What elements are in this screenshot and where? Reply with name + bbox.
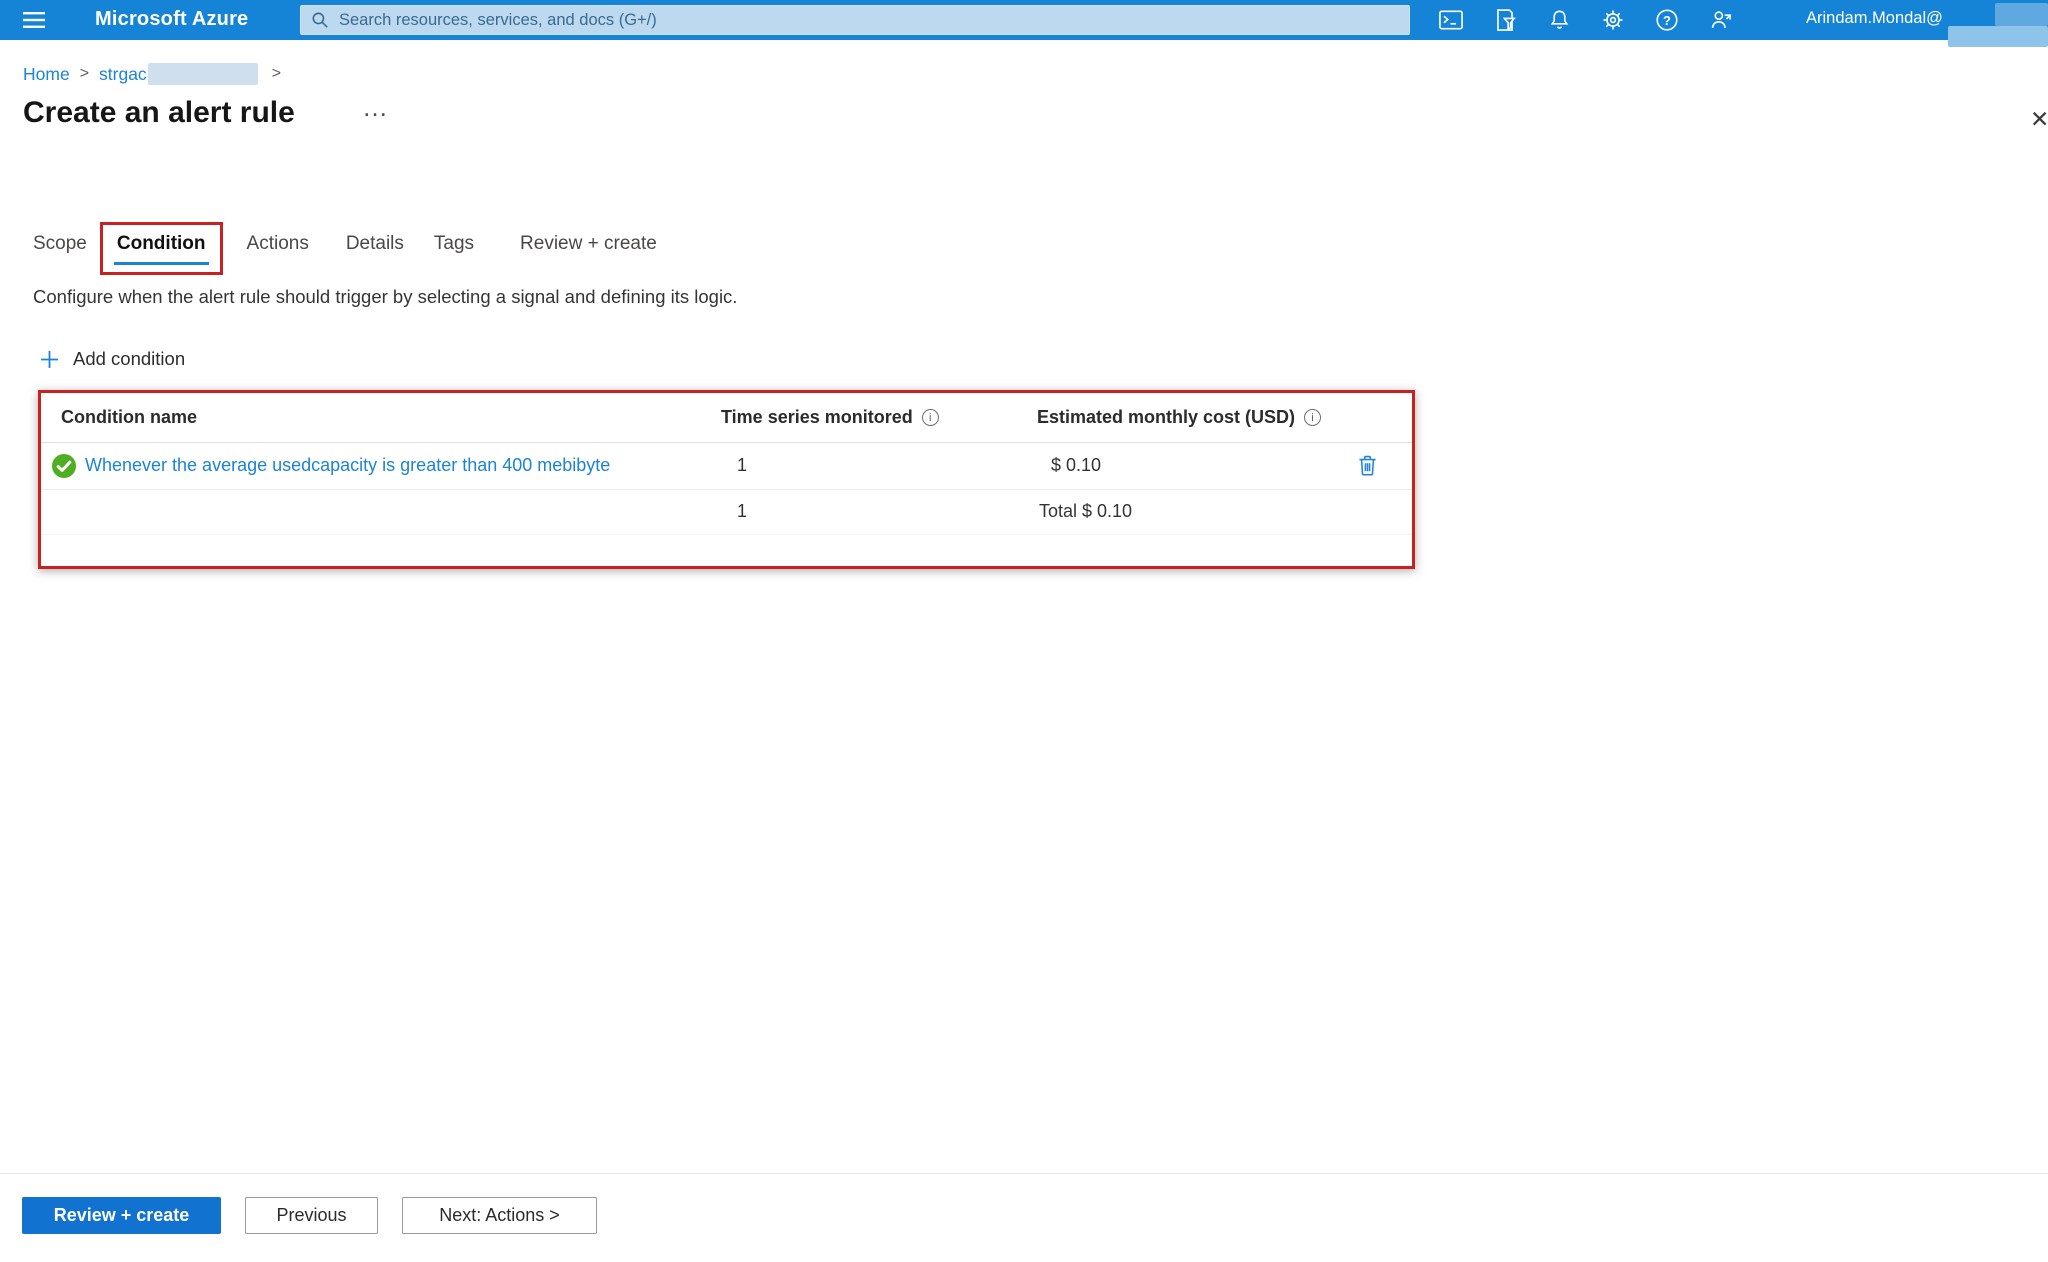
directory-filter-icon[interactable]: [1492, 7, 1518, 33]
table-total-row: 1 Total $ 0.10: [41, 490, 1412, 535]
topbar-icon-group: ?: [1438, 0, 1734, 40]
close-icon[interactable]: ✕: [2030, 106, 2048, 133]
active-tab-underline: [113, 262, 209, 265]
footer-divider: [0, 1173, 2048, 1174]
chevron-right-icon: >: [271, 65, 282, 82]
add-condition-label: Add condition: [73, 348, 186, 369]
more-options-icon[interactable]: …: [362, 92, 390, 123]
cloud-shell-icon[interactable]: [1438, 7, 1464, 33]
column-header-cost: Estimated monthly cost (USD) i: [1037, 407, 1322, 428]
delete-trash-icon[interactable]: [1355, 453, 1380, 483]
search-icon: [312, 12, 328, 28]
table-row: Whenever the average usedcapacity is gre…: [41, 443, 1412, 490]
tab-scope[interactable]: Scope: [33, 222, 87, 255]
breadcrumb-home-link[interactable]: Home: [23, 64, 70, 85]
notifications-bell-icon[interactable]: [1546, 7, 1572, 33]
conditions-table: Condition name Time series monitored i E…: [38, 390, 1415, 569]
help-icon[interactable]: ?: [1654, 7, 1680, 33]
plus-icon: [41, 350, 58, 368]
tab-condition[interactable]: Condition: [117, 233, 206, 255]
redaction-blur: [1948, 26, 2048, 47]
cell-cost: $ 0.10: [1051, 455, 1102, 475]
azure-brand-title[interactable]: Microsoft Azure: [95, 8, 248, 31]
wizard-tabs: Scope Condition Actions Details Tags Rev…: [33, 222, 657, 275]
success-check-icon: [51, 453, 77, 484]
total-time-series: 1: [737, 501, 748, 521]
total-cost: Total $ 0.10: [1039, 501, 1133, 521]
tab-condition-annotated[interactable]: Condition: [99, 222, 223, 275]
info-icon[interactable]: i: [1304, 409, 1322, 426]
tab-details[interactable]: Details: [346, 222, 404, 255]
search-input[interactable]: [339, 10, 1399, 30]
cell-time-series: 1: [737, 455, 748, 475]
redaction-blur: [1995, 3, 2048, 26]
tab-review-create[interactable]: Review + create: [520, 222, 657, 255]
breadcrumb: Home > strgac >: [23, 63, 291, 85]
tab-actions[interactable]: Actions: [247, 222, 309, 255]
review-create-button[interactable]: Review + create: [22, 1197, 221, 1234]
settings-gear-icon[interactable]: [1600, 7, 1626, 33]
page-title: Create an alert rule: [23, 96, 295, 129]
redaction-blur: [147, 63, 258, 85]
info-icon[interactable]: i: [921, 409, 939, 426]
chevron-right-icon: >: [79, 65, 90, 82]
hamburger-menu-icon[interactable]: [14, 8, 54, 32]
condition-link[interactable]: Whenever the average usedcapacity is gre…: [85, 455, 610, 476]
azure-portal-page: Microsoft Azure Search resources, servic…: [0, 0, 2048, 1262]
add-condition-button[interactable]: Add condition: [40, 348, 185, 370]
tab-tags[interactable]: Tags: [434, 222, 474, 255]
next-actions-button[interactable]: Next: Actions >: [402, 1197, 597, 1234]
account-user-name[interactable]: Arindam.Mondal@: [1806, 9, 1943, 28]
breadcrumb-resource-link[interactable]: strgac: [99, 64, 147, 85]
table-header-row: Condition name Time series monitored i E…: [41, 393, 1412, 443]
svg-text:?: ?: [1663, 13, 1671, 28]
column-header-time-series: Time series monitored i: [721, 407, 939, 428]
previous-button[interactable]: Previous: [245, 1197, 378, 1234]
tab-description: Configure when the alert rule should tri…: [33, 286, 738, 307]
column-header-condition-name: Condition name: [61, 407, 197, 427]
global-search-box[interactable]: [300, 5, 1410, 35]
feedback-person-icon[interactable]: [1708, 7, 1734, 33]
top-navigation-bar: Microsoft Azure Search resources, servic…: [0, 0, 2048, 47]
